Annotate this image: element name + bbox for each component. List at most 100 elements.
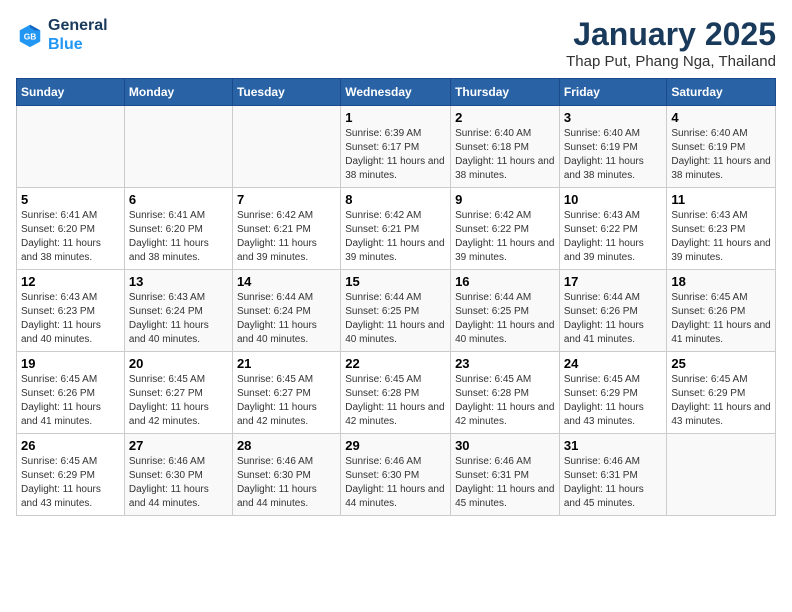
logo-icon: GB: [16, 21, 44, 49]
day-info: Sunrise: 6:39 AM Sunset: 6:17 PM Dayligh…: [345, 127, 446, 183]
page-title: January 2025: [566, 16, 776, 53]
day-number: 29: [345, 438, 446, 453]
header-saturday: Saturday: [667, 79, 776, 106]
calendar-cell: 17 Sunrise: 6:44 AM Sunset: 6:26 PM Dayli…: [559, 270, 667, 352]
day-number: 18: [671, 274, 771, 289]
day-info: Sunrise: 6:45 AM Sunset: 6:28 PM Dayligh…: [455, 373, 555, 429]
calendar-cell: 5Sunrise: 6:41 AM Sunset: 6:20 PM Daylig…: [17, 188, 125, 270]
calendar-cell: 18 Sunrise: 6:45 AM Sunset: 6:26 PM Dayli…: [667, 270, 776, 352]
calendar-week-2: 5Sunrise: 6:41 AM Sunset: 6:20 PM Daylig…: [17, 188, 776, 270]
day-number: 10: [564, 192, 663, 207]
day-info: Sunrise: 6:43 AM Sunset: 6:24 PM Dayligh…: [129, 291, 228, 347]
day-number: 17: [564, 274, 663, 289]
calendar-cell: 21 Sunrise: 6:45 AM Sunset: 6:27 PM Dayli…: [232, 352, 340, 434]
calendar-cell: 29 Sunrise: 6:46 AM Sunset: 6:30 PM Dayli…: [341, 434, 451, 516]
day-number: 23: [455, 356, 555, 371]
day-number: 6: [129, 192, 228, 207]
day-number: 9: [455, 192, 555, 207]
calendar-cell: 7 Sunrise: 6:42 AM Sunset: 6:21 PM Daylig…: [232, 188, 340, 270]
day-number: 11: [671, 192, 771, 207]
calendar-cell: 10Sunrise: 6:43 AM Sunset: 6:22 PM Dayli…: [559, 188, 667, 270]
day-number: 27: [129, 438, 228, 453]
header-tuesday: Tuesday: [232, 79, 340, 106]
day-number: 13: [129, 274, 228, 289]
day-info: Sunrise: 6:46 AM Sunset: 6:30 PM Dayligh…: [345, 455, 446, 511]
day-info: Sunrise: 6:44 AM Sunset: 6:24 PM Dayligh…: [237, 291, 336, 347]
header: GB General Blue January 2025 Thap Put, P…: [16, 16, 776, 70]
logo-line2: Blue: [48, 35, 108, 54]
day-info: Sunrise: 6:45 AM Sunset: 6:26 PM Dayligh…: [671, 291, 771, 347]
day-number: 16: [455, 274, 555, 289]
day-info: Sunrise: 6:44 AM Sunset: 6:25 PM Dayligh…: [455, 291, 555, 347]
calendar-cell: 22Sunrise: 6:45 AM Sunset: 6:28 PM Dayli…: [341, 352, 451, 434]
calendar-cell: 11 Sunrise: 6:43 AM Sunset: 6:23 PM Dayli…: [667, 188, 776, 270]
calendar-cell: 9 Sunrise: 6:42 AM Sunset: 6:22 PM Daylig…: [451, 188, 560, 270]
day-info: Sunrise: 6:45 AM Sunset: 6:26 PM Dayligh…: [21, 373, 120, 429]
day-number: 8: [345, 192, 446, 207]
day-number: 25: [671, 356, 771, 371]
day-number: 19: [21, 356, 120, 371]
calendar-header: SundayMondayTuesdayWednesdayThursdayFrid…: [17, 79, 776, 106]
calendar-cell: [667, 434, 776, 516]
day-number: 7: [237, 192, 336, 207]
header-thursday: Thursday: [451, 79, 560, 106]
day-info: Sunrise: 6:40 AM Sunset: 6:18 PM Dayligh…: [455, 127, 555, 183]
calendar-cell: 6Sunrise: 6:41 AM Sunset: 6:20 PM Daylig…: [124, 188, 232, 270]
day-number: 21: [237, 356, 336, 371]
calendar-cell: 13 Sunrise: 6:43 AM Sunset: 6:24 PM Dayli…: [124, 270, 232, 352]
calendar-cell: [124, 106, 232, 188]
day-number: 1: [345, 110, 446, 125]
calendar-cell: 19 Sunrise: 6:45 AM Sunset: 6:26 PM Dayli…: [17, 352, 125, 434]
calendar-cell: 12 Sunrise: 6:43 AM Sunset: 6:23 PM Dayli…: [17, 270, 125, 352]
calendar-week-5: 26Sunrise: 6:45 AM Sunset: 6:29 PM Dayli…: [17, 434, 776, 516]
day-number: 4: [671, 110, 771, 125]
calendar-cell: 4 Sunrise: 6:40 AM Sunset: 6:19 PM Daylig…: [667, 106, 776, 188]
calendar-cell: 3 Sunrise: 6:40 AM Sunset: 6:19 PM Daylig…: [559, 106, 667, 188]
day-info: Sunrise: 6:43 AM Sunset: 6:23 PM Dayligh…: [671, 209, 771, 265]
calendar-cell: 23 Sunrise: 6:45 AM Sunset: 6:28 PM Dayli…: [451, 352, 560, 434]
day-info: Sunrise: 6:45 AM Sunset: 6:29 PM Dayligh…: [671, 373, 771, 429]
calendar-cell: 27 Sunrise: 6:46 AM Sunset: 6:30 PM Dayli…: [124, 434, 232, 516]
svg-text:GB: GB: [24, 32, 37, 42]
day-info: Sunrise: 6:44 AM Sunset: 6:25 PM Dayligh…: [345, 291, 446, 347]
day-number: 14: [237, 274, 336, 289]
calendar-cell: 14 Sunrise: 6:44 AM Sunset: 6:24 PM Dayli…: [232, 270, 340, 352]
day-info: Sunrise: 6:42 AM Sunset: 6:21 PM Dayligh…: [237, 209, 336, 265]
day-info: Sunrise: 6:43 AM Sunset: 6:23 PM Dayligh…: [21, 291, 120, 347]
day-info: Sunrise: 6:45 AM Sunset: 6:27 PM Dayligh…: [129, 373, 228, 429]
calendar-cell: 31Sunrise: 6:46 AM Sunset: 6:31 PM Dayli…: [559, 434, 667, 516]
day-info: Sunrise: 6:45 AM Sunset: 6:27 PM Dayligh…: [237, 373, 336, 429]
day-number: 15: [345, 274, 446, 289]
calendar-cell: [232, 106, 340, 188]
day-number: 22: [345, 356, 446, 371]
day-number: 31: [564, 438, 663, 453]
day-info: Sunrise: 6:42 AM Sunset: 6:21 PM Dayligh…: [345, 209, 446, 265]
calendar-week-4: 19 Sunrise: 6:45 AM Sunset: 6:26 PM Dayli…: [17, 352, 776, 434]
day-info: Sunrise: 6:41 AM Sunset: 6:20 PM Dayligh…: [21, 209, 120, 265]
day-info: Sunrise: 6:45 AM Sunset: 6:29 PM Dayligh…: [564, 373, 663, 429]
calendar-cell: 8 Sunrise: 6:42 AM Sunset: 6:21 PM Daylig…: [341, 188, 451, 270]
day-number: 2: [455, 110, 555, 125]
day-info: Sunrise: 6:46 AM Sunset: 6:30 PM Dayligh…: [129, 455, 228, 511]
day-number: 12: [21, 274, 120, 289]
calendar-cell: 24 Sunrise: 6:45 AM Sunset: 6:29 PM Dayli…: [559, 352, 667, 434]
calendar-cell: 28Sunrise: 6:46 AM Sunset: 6:30 PM Dayli…: [232, 434, 340, 516]
day-number: 24: [564, 356, 663, 371]
day-info: Sunrise: 6:40 AM Sunset: 6:19 PM Dayligh…: [564, 127, 663, 183]
calendar-cell: 2 Sunrise: 6:40 AM Sunset: 6:18 PM Daylig…: [451, 106, 560, 188]
day-info: Sunrise: 6:42 AM Sunset: 6:22 PM Dayligh…: [455, 209, 555, 265]
logo-line1: General: [48, 16, 108, 35]
day-number: 3: [564, 110, 663, 125]
calendar-cell: [17, 106, 125, 188]
day-info: Sunrise: 6:44 AM Sunset: 6:26 PM Dayligh…: [564, 291, 663, 347]
calendar-table: SundayMondayTuesdayWednesdayThursdayFrid…: [16, 78, 776, 516]
calendar-cell: 16 Sunrise: 6:44 AM Sunset: 6:25 PM Dayli…: [451, 270, 560, 352]
day-info: Sunrise: 6:46 AM Sunset: 6:31 PM Dayligh…: [455, 455, 555, 511]
calendar-cell: 20Sunrise: 6:45 AM Sunset: 6:27 PM Dayli…: [124, 352, 232, 434]
header-friday: Friday: [559, 79, 667, 106]
day-info: Sunrise: 6:45 AM Sunset: 6:29 PM Dayligh…: [21, 455, 120, 511]
calendar-cell: 26Sunrise: 6:45 AM Sunset: 6:29 PM Dayli…: [17, 434, 125, 516]
calendar-week-1: 1 Sunrise: 6:39 AM Sunset: 6:17 PM Daylig…: [17, 106, 776, 188]
day-info: Sunrise: 6:40 AM Sunset: 6:19 PM Dayligh…: [671, 127, 771, 183]
header-wednesday: Wednesday: [341, 79, 451, 106]
